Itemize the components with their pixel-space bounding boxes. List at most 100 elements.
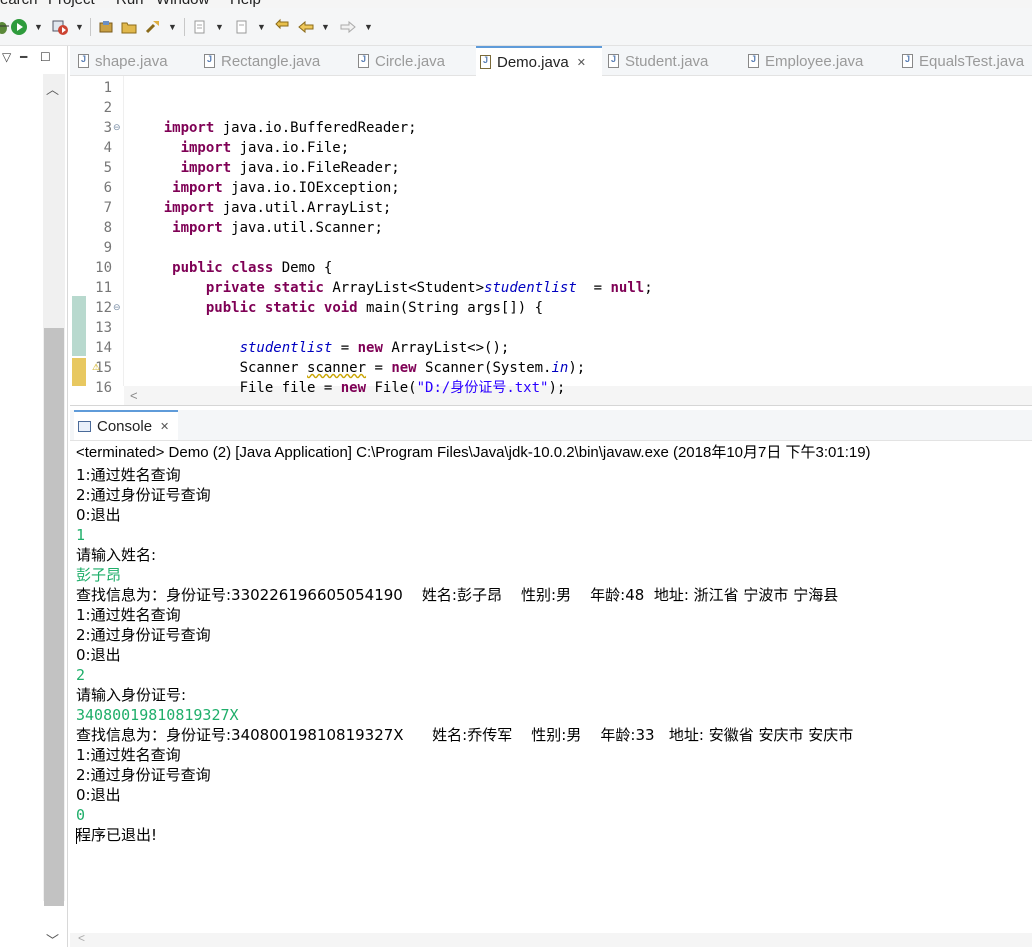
back-icon[interactable] bbox=[296, 17, 316, 37]
console-input-line: 1 bbox=[76, 526, 86, 544]
console-input-line: 彭子昂 bbox=[76, 566, 122, 584]
back-dropdown-icon[interactable]: ▼ bbox=[321, 21, 330, 33]
fold-toggle-icon[interactable]: ⊖ bbox=[113, 302, 121, 313]
tab-rectangle-java[interactable]: Rectangle.java bbox=[200, 46, 356, 76]
code-token: java.util.Scanner; bbox=[222, 220, 383, 236]
code-token: static bbox=[273, 280, 324, 296]
menu-help[interactable]: Help bbox=[230, 0, 261, 8]
line-number: 3 bbox=[103, 120, 112, 136]
last-edit-icon[interactable] bbox=[273, 17, 293, 37]
code-line[interactable]: import java.io.IOException; bbox=[130, 178, 400, 198]
close-console-icon[interactable]: ✕ bbox=[160, 420, 169, 433]
code-line[interactable]: import java.util.Scanner; bbox=[130, 218, 383, 238]
java-file-icon bbox=[78, 54, 89, 68]
code-token: import bbox=[180, 140, 232, 156]
code-line[interactable]: import java.io.BufferedReader; bbox=[130, 118, 417, 138]
console-output-line: 1:通过姓名查询 bbox=[76, 466, 181, 484]
code-token: public bbox=[205, 300, 257, 316]
left-scrollbar-thumb[interactable] bbox=[44, 328, 64, 906]
next-annotation-dropdown-icon[interactable]: ▼ bbox=[215, 21, 224, 33]
run-icon[interactable] bbox=[9, 17, 29, 37]
prev-annotation-icon[interactable] bbox=[232, 17, 252, 37]
code-token: java.io.IOException; bbox=[222, 180, 400, 196]
new-package-icon[interactable] bbox=[96, 17, 116, 37]
line-number: 12 bbox=[95, 300, 112, 316]
tab-student-java[interactable]: Student.java bbox=[604, 46, 744, 76]
code-line[interactable]: import java.io.File; bbox=[130, 138, 350, 158]
view-menu-icon[interactable]: ▽ bbox=[2, 50, 11, 64]
menu-project[interactable]: Project bbox=[48, 0, 95, 8]
scroll-down-icon[interactable]: ﹀ bbox=[46, 930, 59, 947]
console-horizontal-scrollbar[interactable]: < bbox=[70, 931, 1032, 947]
forward-dropdown-icon[interactable]: ▼ bbox=[364, 21, 373, 33]
code-line[interactable]: studentlist = new ArrayList<>(); bbox=[130, 338, 510, 358]
console-output[interactable]: <terminated> Demo (2) [Java Application]… bbox=[70, 441, 1032, 947]
java-file-icon bbox=[358, 54, 369, 68]
scroll-up-icon[interactable]: ︿ bbox=[46, 79, 59, 98]
console-output-line: 2:通过身份证号查询 bbox=[76, 626, 211, 644]
minimize-icon[interactable]: ━ bbox=[20, 50, 27, 64]
code-token: ArrayList<>(); bbox=[382, 340, 510, 356]
build-dropdown-icon[interactable]: ▼ bbox=[168, 21, 177, 33]
console-output-line: 请输入身份证号: bbox=[76, 686, 187, 704]
line-number: 9 bbox=[103, 240, 112, 256]
code-token: = bbox=[576, 280, 611, 296]
toolbar-separator bbox=[90, 18, 91, 36]
line-number: 7 bbox=[103, 200, 112, 216]
prev-annotation-dropdown-icon[interactable]: ▼ bbox=[257, 21, 266, 33]
code-token: public bbox=[172, 260, 223, 276]
tab-employee-java[interactable]: Employee.java bbox=[744, 46, 898, 76]
run-config-icon[interactable] bbox=[50, 17, 70, 37]
line-number: 10 bbox=[95, 260, 112, 276]
menu-window[interactable]: Window bbox=[156, 0, 209, 8]
change-marker bbox=[72, 296, 86, 356]
code-token: static bbox=[264, 300, 316, 316]
java-file-icon bbox=[608, 54, 619, 68]
code-line[interactable]: import java.util.ArrayList; bbox=[130, 198, 392, 218]
open-folder-icon[interactable] bbox=[119, 17, 139, 37]
code-line[interactable]: File file = new File("D:/身份证号.txt"); bbox=[130, 378, 566, 398]
line-number: 8 bbox=[103, 220, 112, 236]
console-tab-label: Console bbox=[97, 417, 153, 435]
console-output-line: 1:通过姓名查询 bbox=[76, 606, 181, 624]
console-output-line: 请输入姓名: bbox=[76, 546, 157, 564]
code-token: Scanner bbox=[239, 360, 308, 376]
code-token: Demo { bbox=[273, 260, 333, 276]
code-token: "D:/身份证号.txt" bbox=[416, 380, 549, 396]
next-annotation-icon[interactable] bbox=[190, 17, 210, 37]
line-number: 11 bbox=[95, 280, 112, 296]
menu-search[interactable]: earch bbox=[0, 0, 38, 8]
warning-icon[interactable]: ⚠ bbox=[92, 362, 100, 373]
code-token: studentlist bbox=[239, 340, 333, 356]
code-line[interactable]: private static ArrayList<Student>student… bbox=[130, 278, 653, 298]
maximize-icon[interactable]: ☐ bbox=[40, 50, 51, 64]
tab-equalstest-java[interactable]: EqualsTest.java bbox=[898, 46, 1032, 76]
fold-toggle-icon[interactable]: ⊖ bbox=[113, 122, 121, 133]
console-output-line: 2:通过身份证号查询 bbox=[76, 766, 211, 784]
scroll-left-icon[interactable]: < bbox=[78, 931, 85, 945]
tab-circle-java[interactable]: Circle.java bbox=[354, 46, 476, 76]
code-line[interactable]: Scanner scanner = new Scanner(System.in)… bbox=[130, 358, 586, 378]
tab-demo-java[interactable]: Demo.java ✕ bbox=[476, 46, 602, 76]
code-token: import bbox=[172, 220, 223, 236]
code-token: studentlist bbox=[484, 280, 577, 296]
build-icon[interactable] bbox=[143, 17, 163, 37]
code-line[interactable]: public class Demo { bbox=[130, 258, 332, 278]
close-tab-icon[interactable]: ✕ bbox=[577, 56, 586, 69]
code-editor[interactable]: 1 2 3 4 5 6 7 8 9 10 11 12 13 14 15 16 ⊖ ⊖ ⚠ < import java… bbox=[70, 76, 1032, 406]
run-config-dropdown-icon[interactable]: ▼ bbox=[75, 21, 84, 33]
code-token: null bbox=[610, 280, 645, 296]
code-line[interactable]: import java.io.FileReader; bbox=[130, 158, 400, 178]
tab-shape-java[interactable]: shape.java bbox=[74, 46, 198, 76]
console-output-line: 0:退出 bbox=[76, 646, 121, 664]
code-token: Scanner(System. bbox=[416, 360, 552, 376]
forward-icon[interactable] bbox=[338, 17, 358, 37]
code-line[interactable]: public static void main(String args[]) { bbox=[130, 298, 543, 318]
run-dropdown-icon[interactable]: ▼ bbox=[34, 21, 43, 33]
tab-console[interactable]: Console ✕ bbox=[74, 410, 178, 440]
menu-run[interactable]: Run bbox=[116, 0, 144, 8]
